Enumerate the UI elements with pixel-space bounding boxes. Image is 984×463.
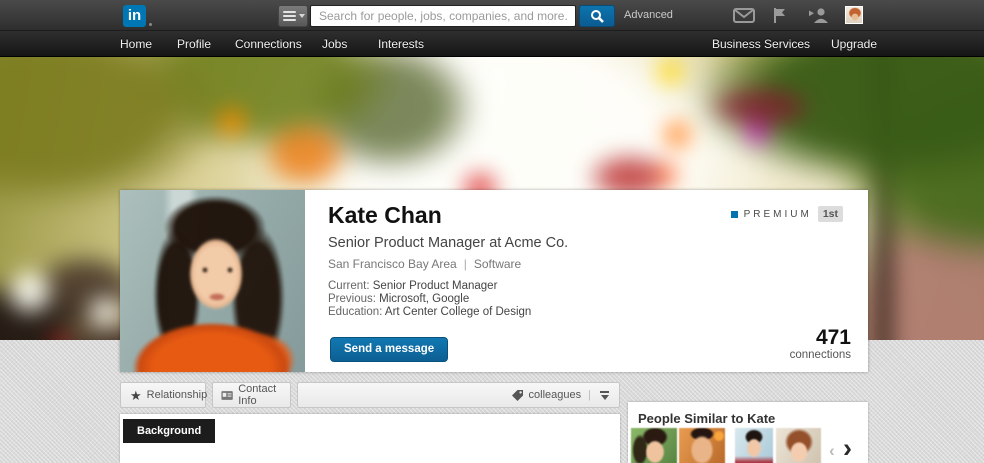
contact-info-tab[interactable]: Contact Info: [212, 382, 291, 408]
background-section-panel: Background: [120, 414, 620, 463]
chevron-down-icon: [299, 14, 305, 18]
previous-label: Previous:: [328, 293, 376, 305]
tag-button[interactable]: colleagues: [511, 389, 582, 402]
similar-person-avatar-4[interactable]: [776, 428, 821, 463]
people-similar-card: People Similar to Kate ‹ ›: [628, 402, 868, 463]
profile-meta: San Francisco Bay Area | Software: [328, 257, 521, 271]
logo-trademark-dot: [149, 23, 152, 26]
current-label: Current:: [328, 280, 370, 292]
profile-card: Kate Chan Senior Product Manager at Acme…: [120, 190, 868, 372]
account-avatar[interactable]: [845, 6, 863, 24]
nav-item-profile[interactable]: Profile: [177, 31, 211, 57]
profile-industry[interactable]: Software: [474, 257, 521, 271]
carousel-prev-button[interactable]: ‹: [829, 442, 835, 459]
connections-block: 471 connections: [790, 327, 851, 361]
detail-current: Current: Senior Product Manager: [328, 280, 531, 293]
advanced-search-link[interactable]: Advanced: [624, 9, 673, 21]
background-section-tab[interactable]: Background: [123, 419, 216, 443]
search-button[interactable]: [579, 5, 615, 27]
portrait-image: [120, 190, 305, 372]
similar-person-avatar-2[interactable]: [679, 428, 725, 463]
tag-label: colleagues: [528, 389, 582, 401]
nav-item-interests[interactable]: Interests: [378, 31, 424, 57]
search-category-dropdown[interactable]: [278, 5, 308, 27]
profile-location[interactable]: San Francisco Bay Area: [328, 257, 457, 271]
carousel-next-button[interactable]: ›: [843, 435, 852, 462]
collapse-icon: [600, 390, 609, 393]
star-icon: ★: [130, 387, 142, 403]
premium-icon: [730, 210, 738, 218]
premium-label: PREMIUM: [743, 208, 812, 220]
similar-person-avatar-1[interactable]: [631, 428, 677, 463]
people-similar-title: People Similar to Kate: [638, 411, 776, 426]
profile-details: Current: Senior Product Manager Previous…: [328, 280, 531, 319]
send-message-button[interactable]: Send a message: [330, 337, 449, 362]
meta-divider: |: [463, 257, 467, 271]
connections-count: 471: [815, 326, 851, 349]
nav-bar: Home Profile Connections Jobs Interests …: [0, 31, 984, 57]
contact-info-label: Contact Info: [238, 383, 277, 407]
previous-value[interactable]: Microsoft, Google: [379, 293, 469, 305]
mail-icon[interactable]: [733, 8, 755, 23]
nav-item-home[interactable]: Home: [120, 31, 152, 57]
top-bar: in Advanced: [0, 0, 984, 31]
degree-badge: 1st: [817, 206, 843, 222]
tag-icon: [511, 389, 523, 401]
collapse-icon-arrow: [600, 394, 609, 400]
notes-tags-bar: colleagues |: [297, 382, 620, 408]
current-value[interactable]: Senior Product Manager: [373, 280, 498, 292]
relationship-tab[interactable]: ★ Relationship: [120, 382, 208, 408]
contact-card-icon: [221, 390, 233, 400]
connections-label: connections: [789, 349, 851, 361]
profile-headline: Senior Product Manager at Acme Co.: [328, 235, 569, 251]
add-connection-icon[interactable]: [806, 7, 830, 24]
toolbar-divider: |: [588, 389, 591, 401]
profile-photo[interactable]: [120, 190, 305, 372]
detail-previous: Previous: Microsoft, Google: [328, 293, 531, 306]
relationship-label: Relationship: [146, 389, 208, 401]
premium-badge: PREMIUM 1st: [730, 206, 843, 222]
detail-education: Education: Art Center College of Design: [328, 306, 531, 319]
similar-person-avatar-3[interactable]: [735, 428, 773, 463]
hamburger-icon: [283, 9, 296, 23]
profile-name: Kate Chan: [328, 202, 442, 228]
education-value[interactable]: Art Center College of Design: [385, 306, 531, 318]
linkedin-logo[interactable]: in: [123, 5, 146, 27]
collapse-button[interactable]: [598, 389, 611, 402]
nav-item-business-services[interactable]: Business Services: [712, 31, 810, 57]
flag-icon[interactable]: [772, 7, 788, 24]
search-input[interactable]: [310, 5, 576, 27]
linkedin-profile-page: in Advanced Home: [0, 0, 984, 463]
search-icon: [590, 9, 604, 23]
education-label: Education:: [328, 306, 383, 318]
nav-item-jobs[interactable]: Jobs: [322, 31, 347, 57]
nav-item-upgrade[interactable]: Upgrade: [831, 31, 877, 57]
nav-item-connections[interactable]: Connections: [235, 31, 302, 57]
